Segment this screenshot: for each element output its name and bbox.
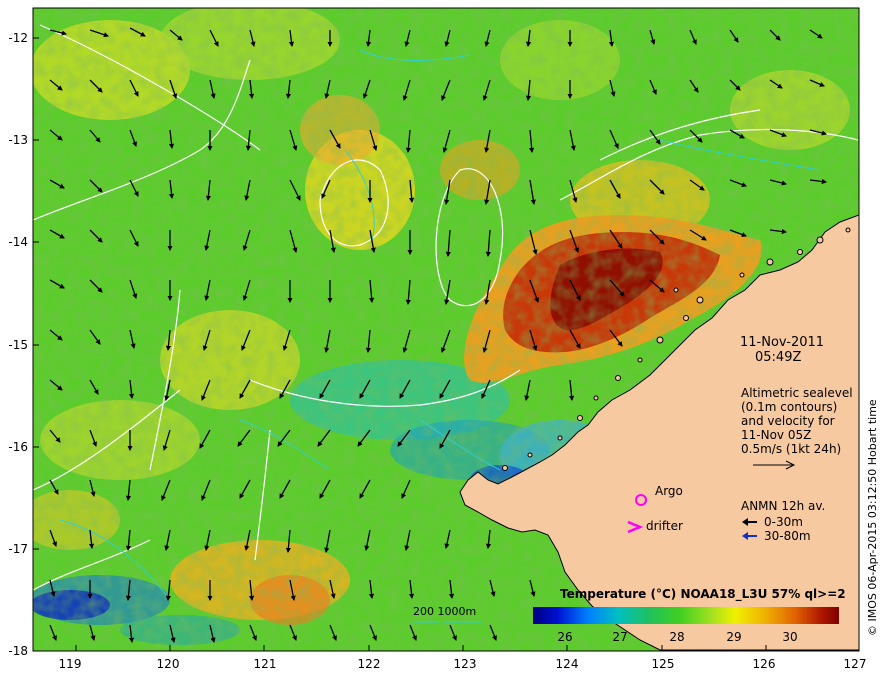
x-tick-label: 124 bbox=[556, 657, 579, 671]
sst-field bbox=[33, 8, 859, 651]
anmn-deep-label: 30-80m bbox=[764, 529, 811, 543]
colorbar-tick: 29 bbox=[726, 630, 741, 644]
colorbar-tick: 27 bbox=[612, 630, 627, 644]
x-tick-label: 125 bbox=[652, 657, 675, 671]
anmn-title: ANMN 12h av. bbox=[741, 499, 825, 513]
x-tick-label: 126 bbox=[753, 657, 776, 671]
y-tick-label: -16 bbox=[8, 440, 28, 454]
y-tick-label: -12 bbox=[8, 31, 28, 45]
drifter-label: drifter bbox=[646, 519, 683, 533]
altimetry-line-1: Altimetric sealevel bbox=[741, 386, 853, 400]
x-tick-label: 127 bbox=[844, 657, 867, 671]
x-tick-label: 119 bbox=[59, 657, 82, 671]
x-tick-label: 123 bbox=[454, 657, 477, 671]
altimetry-line-3: and velocity for bbox=[741, 414, 835, 428]
altimetry-line-5: 0.5m/s (1kt 24h) bbox=[741, 442, 841, 456]
altimetry-line-2: (0.1m contours) bbox=[741, 400, 837, 414]
colorbar-tick: 30 bbox=[782, 630, 797, 644]
altimetry-line-4: 11-Nov 05Z bbox=[741, 428, 811, 442]
y-tick-label: -14 bbox=[8, 235, 28, 249]
argo-label: Argo bbox=[655, 484, 683, 498]
colorbar-tick: 28 bbox=[669, 630, 684, 644]
sst-map: 119 120 121 122 123 124 125 126 127 -12 … bbox=[0, 0, 880, 680]
colorbar-gradient bbox=[533, 607, 839, 624]
colorbar-tick: 26 bbox=[557, 630, 572, 644]
x-tick-label: 121 bbox=[254, 657, 277, 671]
x-tick-label: 122 bbox=[358, 657, 381, 671]
anmn-shallow-label: 0-30m bbox=[764, 515, 803, 529]
time-label: 05:49Z bbox=[755, 350, 801, 365]
colorbar-title: Temperature (°C) NOAA18_L3U 57% ql>=2 bbox=[560, 587, 846, 602]
credit-text: © IMOS 06-Apr-2015 03:12:50 Hobart time bbox=[866, 399, 879, 636]
y-tick-label: -18 bbox=[8, 644, 28, 658]
y-tick-label: -17 bbox=[8, 542, 28, 556]
bathymetry-label: 200 1000m bbox=[413, 605, 476, 618]
x-tick-label: 120 bbox=[157, 657, 180, 671]
y-tick-label: -13 bbox=[8, 133, 28, 147]
date-label: 11-Nov-2011 bbox=[740, 335, 824, 350]
y-tick-label: -15 bbox=[8, 338, 28, 352]
